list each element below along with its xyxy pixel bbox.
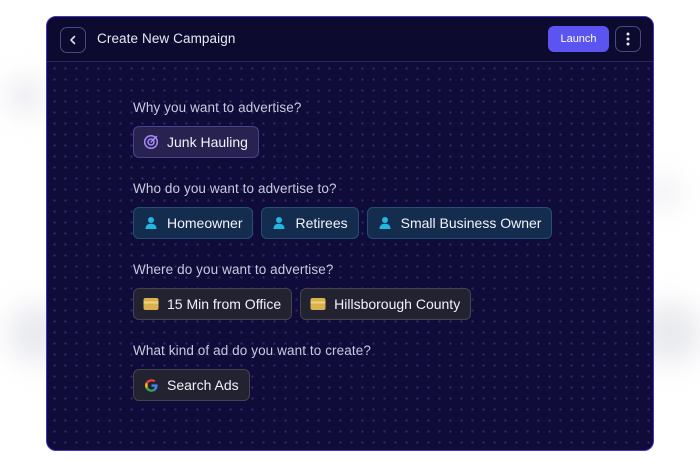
chip-retirees[interactable]: Retirees [261, 207, 359, 239]
question-location: Where do you want to advertise? [133, 262, 334, 277]
chevron-left-icon [65, 32, 81, 48]
launch-button[interactable]: Launch [548, 26, 609, 52]
page-title: Create New Campaign [97, 31, 236, 46]
chip-label: Junk Hauling [167, 134, 248, 150]
chip-label: 15 Min from Office [167, 296, 282, 312]
map-icon [143, 296, 159, 312]
chip-label: Homeowner [167, 215, 243, 231]
more-options-button[interactable] [615, 26, 641, 52]
chip-junk-hauling[interactable]: Junk Hauling [133, 126, 259, 158]
map-icon [310, 296, 326, 312]
top-bar: Create New Campaign Launch [47, 17, 653, 62]
back-button[interactable] [60, 27, 86, 53]
person-icon [143, 215, 159, 231]
chip-search-ads[interactable]: Search Ads [133, 369, 250, 401]
person-icon [271, 215, 287, 231]
chip-group-ad-type: Search Ads [133, 369, 250, 401]
person-icon [377, 215, 393, 231]
chip-15-min-from-office[interactable]: 15 Min from Office [133, 288, 293, 320]
more-vertical-icon [620, 31, 636, 47]
chip-label: Hillsborough County [334, 296, 461, 312]
chip-label: Small Business Owner [400, 215, 542, 231]
question-audience: Who do you want to advertise to? [133, 181, 337, 196]
background-blur-blob [8, 78, 44, 114]
target-icon [143, 134, 159, 150]
chip-label: Retirees [295, 215, 348, 231]
chip-group-location: 15 Min from Office Hillsborough County [133, 288, 472, 320]
question-ad-type: What kind of ad do you want to create? [133, 343, 371, 358]
chip-group-audience: Homeowner Retirees Small Business Owner [133, 207, 553, 239]
chip-group-reason: Junk Hauling [133, 126, 259, 158]
campaign-window: Create New Campaign Launch Why you want … [46, 16, 654, 451]
google-icon [143, 377, 159, 393]
chip-homeowner[interactable]: Homeowner [133, 207, 254, 239]
chip-small-business-owner[interactable]: Small Business Owner [366, 207, 553, 239]
question-advertise-reason: Why you want to advertise? [133, 100, 302, 115]
chip-label: Search Ads [167, 377, 239, 393]
chip-hillsborough-county[interactable]: Hillsborough County [300, 288, 472, 320]
